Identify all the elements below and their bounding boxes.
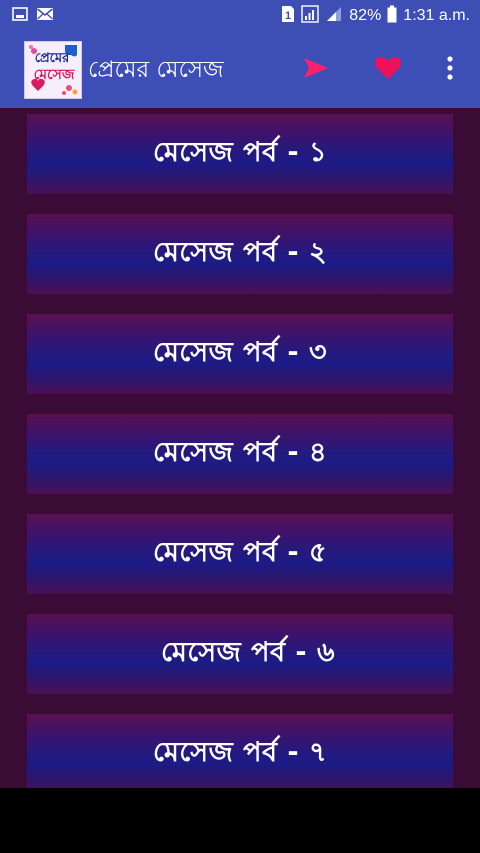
- list-item-part-2[interactable]: মেসেজ পর্ব - ২: [27, 214, 453, 294]
- list-item-label: মেসেজ পর্ব - ৬: [160, 636, 336, 668]
- list-item-label: মেসেজ পর্ব - ৩: [152, 336, 328, 368]
- list-item-part-5[interactable]: মেসেজ পর্ব - ৫: [27, 514, 453, 594]
- sim-label: 1: [285, 10, 291, 22]
- favorite-button[interactable]: [370, 52, 406, 88]
- wifi-calling-icon: [301, 4, 319, 28]
- gallery-icon: [12, 6, 28, 26]
- share-button[interactable]: [298, 52, 334, 88]
- sim-icon: 1: [281, 5, 295, 28]
- list-item-label: মেসেজ পর্ব - ২: [152, 236, 328, 268]
- battery-percent: 82%: [349, 7, 382, 24]
- list-item-part-1[interactable]: মেসেজ পর্ব - ১: [27, 114, 453, 194]
- status-right-icons: 1 82% 1:31 a.m.: [281, 0, 470, 32]
- mail-icon: [36, 6, 54, 26]
- list-item-part-7[interactable]: মেসেজ পর্ব - ৭: [27, 714, 453, 788]
- list-item-part-6[interactable]: মেসেজ পর্ব - ৬: [27, 614, 453, 694]
- app-logo: প্রেমের মেসেজ: [24, 41, 82, 99]
- list-item-part-4[interactable]: মেসেজ পর্ব - ৪: [27, 414, 453, 494]
- status-left-icons: [12, 6, 54, 26]
- logo-text-line1: প্রেমের: [35, 51, 70, 66]
- signal-icon: [325, 5, 343, 28]
- battery-icon: [387, 5, 397, 28]
- list-item-label: মেসেজ পর্ব - ৪: [152, 436, 328, 468]
- list-item-label: মেসেজ পর্ব - ৭: [152, 736, 328, 768]
- favorite-heart-icon: [374, 55, 402, 85]
- share-icon: [302, 56, 330, 84]
- app-bar: প্রেমের মেসেজ প্রেমের মেসেজ: [0, 32, 480, 108]
- message-part-list[interactable]: মেসেজ পর্ব - ১ মেসেজ পর্ব - ২ মেসেজ পর্ব…: [0, 108, 480, 788]
- app-title: প্রেমের মেসেজ: [88, 57, 224, 83]
- system-navigation-bar: [0, 788, 480, 853]
- list-item-label: মেসেজ পর্ব - ১: [152, 136, 328, 168]
- status-time: 1:31 a.m.: [403, 7, 470, 24]
- list-item-label: মেসেজ পর্ব - ৫: [152, 536, 328, 568]
- more-vert-icon: [446, 55, 454, 85]
- status-bar: 1 82% 1:31 a.m.: [0, 0, 480, 32]
- list-item-part-3[interactable]: মেসেজ পর্ব - ৩: [27, 314, 453, 394]
- more-options-button[interactable]: [432, 52, 468, 88]
